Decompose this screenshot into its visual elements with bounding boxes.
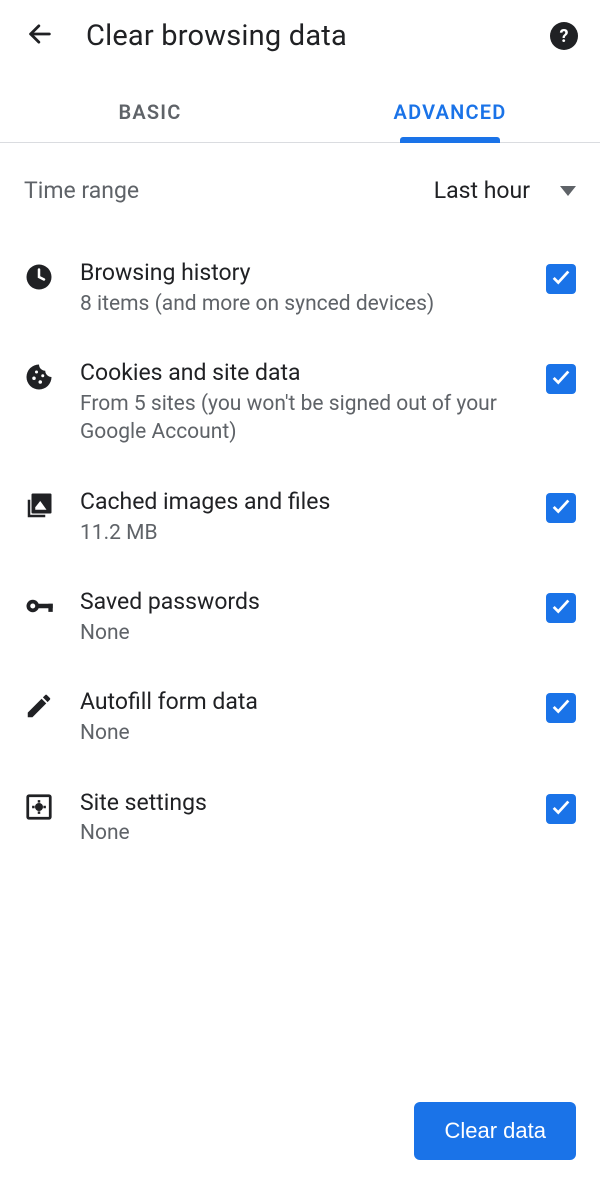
time-range-select[interactable]: Last hour (434, 177, 576, 204)
image-stack-icon (24, 487, 80, 521)
item-title: Site settings (80, 788, 526, 818)
app-header: Clear browsing data ? (0, 0, 600, 82)
clear-data-button[interactable]: Clear data (414, 1102, 576, 1160)
checkbox-cookies[interactable] (546, 364, 576, 394)
checkbox-passwords[interactable] (546, 593, 576, 623)
list-item-autofill: Autofill form data None (0, 667, 600, 767)
checkbox-browsing-history[interactable] (546, 264, 576, 294)
check-icon (550, 595, 572, 621)
time-range-value: Last hour (434, 177, 530, 204)
page-title: Clear browsing data (86, 19, 550, 53)
item-title: Browsing history (80, 258, 526, 288)
check-icon (550, 366, 572, 392)
tab-basic[interactable]: BASIC (0, 82, 300, 142)
checkbox-site-settings[interactable] (546, 794, 576, 824)
item-subtitle: 11.2 MB (80, 519, 526, 547)
footer: Clear data (0, 1102, 600, 1200)
item-subtitle: None (80, 719, 526, 747)
clock-icon (24, 258, 80, 292)
help-button[interactable]: ? (550, 22, 578, 50)
arrow-left-icon (26, 20, 54, 52)
list-item-browsing-history: Browsing history 8 items (and more on sy… (0, 238, 600, 338)
cookie-icon (24, 358, 80, 392)
item-subtitle: None (80, 619, 526, 647)
check-icon (550, 495, 572, 521)
item-title: Cookies and site data (80, 358, 526, 388)
pencil-icon (24, 687, 80, 721)
tab-advanced[interactable]: ADVANCED (300, 82, 600, 142)
settings-page-icon (24, 788, 80, 822)
item-title: Saved passwords (80, 587, 526, 617)
checkbox-autofill[interactable] (546, 693, 576, 723)
list-item-cached: Cached images and files 11.2 MB (0, 467, 600, 567)
list-item-cookies: Cookies and site data From 5 sites (you … (0, 338, 600, 467)
check-icon (550, 695, 572, 721)
time-range-label: Time range (24, 177, 434, 204)
list-item-site-settings: Site settings None (0, 768, 600, 868)
item-subtitle: From 5 sites (you won't be signed out of… (80, 390, 526, 447)
help-icon: ? (560, 26, 569, 47)
tabs: BASIC ADVANCED (0, 82, 600, 143)
back-button[interactable] (22, 18, 58, 54)
options-list: Browsing history 8 items (and more on sy… (0, 238, 600, 868)
item-subtitle: None (80, 819, 526, 847)
check-icon (550, 266, 572, 292)
list-item-passwords: Saved passwords None (0, 567, 600, 667)
item-title: Cached images and files (80, 487, 526, 517)
checkbox-cached[interactable] (546, 493, 576, 523)
key-icon (24, 587, 80, 621)
time-range-row: Time range Last hour (0, 143, 600, 238)
chevron-down-icon (560, 181, 576, 200)
check-icon (550, 796, 572, 822)
item-title: Autofill form data (80, 687, 526, 717)
item-subtitle: 8 items (and more on synced devices) (80, 290, 526, 318)
